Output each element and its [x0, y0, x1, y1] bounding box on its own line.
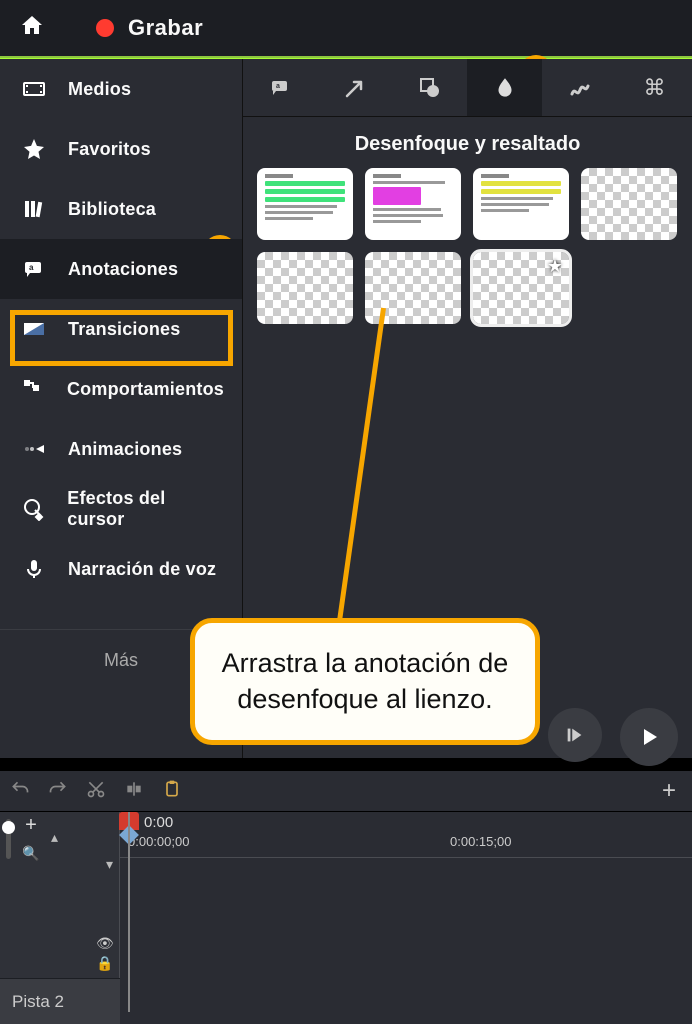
animation-icon: [18, 437, 50, 461]
favorite-star-icon[interactable]: ★: [547, 256, 563, 277]
zoom-out-icon[interactable]: 🔍: [19, 841, 43, 865]
instruction-callout: Arrastra la anotación de desenfoque al l…: [190, 618, 540, 745]
mic-icon: [18, 557, 50, 581]
behaviors-icon: [18, 377, 49, 401]
svg-text:a: a: [29, 263, 34, 272]
split-icon[interactable]: [124, 779, 144, 804]
sidebar-item-label: Medios: [68, 79, 131, 100]
sidebar-item-label: Efectos del cursor: [67, 488, 224, 530]
sidebar-item-cursor-effects[interactable]: Efectos del cursor: [0, 479, 242, 539]
undo-icon[interactable]: [10, 779, 30, 804]
sidebar-item-label: Transiciones: [68, 319, 180, 340]
add-track-button[interactable]: +: [662, 777, 676, 805]
svg-text:a: a: [276, 83, 280, 90]
timeline-toolbar: +: [0, 770, 692, 812]
sidebar-item-behaviors[interactable]: Comportamientos: [0, 359, 242, 419]
sidebar-item-label: Anotaciones: [68, 259, 178, 280]
cut-icon[interactable]: [86, 779, 106, 804]
thumb-blur-4[interactable]: ★: [473, 252, 569, 324]
sidebar-item-animations[interactable]: Animaciones: [0, 419, 242, 479]
sidebar-item-label: Comportamientos: [67, 379, 224, 400]
zoom-in-icon[interactable]: +: [19, 813, 43, 837]
playhead[interactable]: 0:00: [120, 812, 138, 1024]
thumb-highlight-yellow[interactable]: [473, 168, 569, 240]
track-visibility-icon[interactable]: 👁: [96, 935, 114, 952]
sidebar-item-annotations[interactable]: a Anotaciones: [0, 239, 242, 299]
sidebar-item-voice-narration[interactable]: Narración de voz: [0, 539, 242, 599]
film-icon: [18, 77, 50, 101]
playback-controls: [548, 708, 678, 766]
sidebar-item-library[interactable]: Biblioteca: [0, 179, 242, 239]
timeline-tracks-area[interactable]: 0:00:00;00 0:00:15;00 0:00: [120, 812, 692, 1024]
tool-callout[interactable]: a: [243, 59, 318, 116]
thumbnail-grid: ★: [243, 168, 692, 324]
sidebar-item-label: Biblioteca: [68, 199, 156, 220]
sidebar-item-transitions[interactable]: Transiciones: [0, 299, 242, 359]
home-icon[interactable]: [20, 13, 44, 44]
tool-arrow[interactable]: [318, 59, 393, 116]
timeline-ruler[interactable]: 0:00:00;00 0:00:15;00: [120, 812, 692, 858]
transition-icon: [18, 317, 50, 341]
annotation-tool-row: a ⌘: [243, 59, 692, 117]
top-bar: Grabar: [0, 0, 692, 58]
sidebar-item-label: Narración de voz: [68, 559, 216, 580]
play-button[interactable]: [620, 708, 678, 766]
cursor-icon: [18, 497, 49, 521]
sidebar-item-media[interactable]: Medios: [0, 59, 242, 119]
tool-sketch[interactable]: [542, 59, 617, 116]
step-forward-button[interactable]: [548, 708, 602, 762]
track-label[interactable]: Pista 2: [0, 978, 120, 1024]
record-dot-icon[interactable]: [96, 19, 114, 37]
star-icon: [18, 137, 50, 161]
record-label[interactable]: Grabar: [128, 15, 203, 41]
sidebar-item-favorites[interactable]: Favoritos: [0, 119, 242, 179]
tool-keystroke[interactable]: ⌘: [617, 59, 692, 116]
ruler-tick: 0:00:15;00: [450, 834, 511, 849]
books-icon: [18, 197, 50, 221]
thumb-blur-2[interactable]: [257, 252, 353, 324]
tool-blur[interactable]: [467, 59, 542, 116]
thumb-blur-1[interactable]: [581, 168, 677, 240]
playhead-time: 0:00: [144, 814, 173, 831]
thumb-highlight-green[interactable]: [257, 168, 353, 240]
timeline: + 🔍 ▴ ▾ 👁 🔒 Pista 2 0:00:00;00 0:00:15;0…: [0, 812, 692, 1024]
redo-icon[interactable]: [48, 779, 68, 804]
chevron-up-icon[interactable]: ▴: [51, 829, 58, 846]
panel-title: Desenfoque y resaltado: [243, 117, 692, 168]
command-icon: ⌘: [644, 75, 666, 101]
paste-icon[interactable]: [162, 779, 182, 804]
tool-shape[interactable]: [393, 59, 468, 116]
callout-text: Arrastra la anotación de desenfoque al l…: [222, 648, 509, 714]
sidebar-item-label: Favoritos: [68, 139, 151, 160]
track-lock-icon[interactable]: 🔒: [96, 955, 113, 972]
thumb-highlight-magenta[interactable]: [365, 168, 461, 240]
annotation-icon: a: [18, 257, 50, 281]
sidebar-item-label: Animaciones: [68, 439, 182, 460]
